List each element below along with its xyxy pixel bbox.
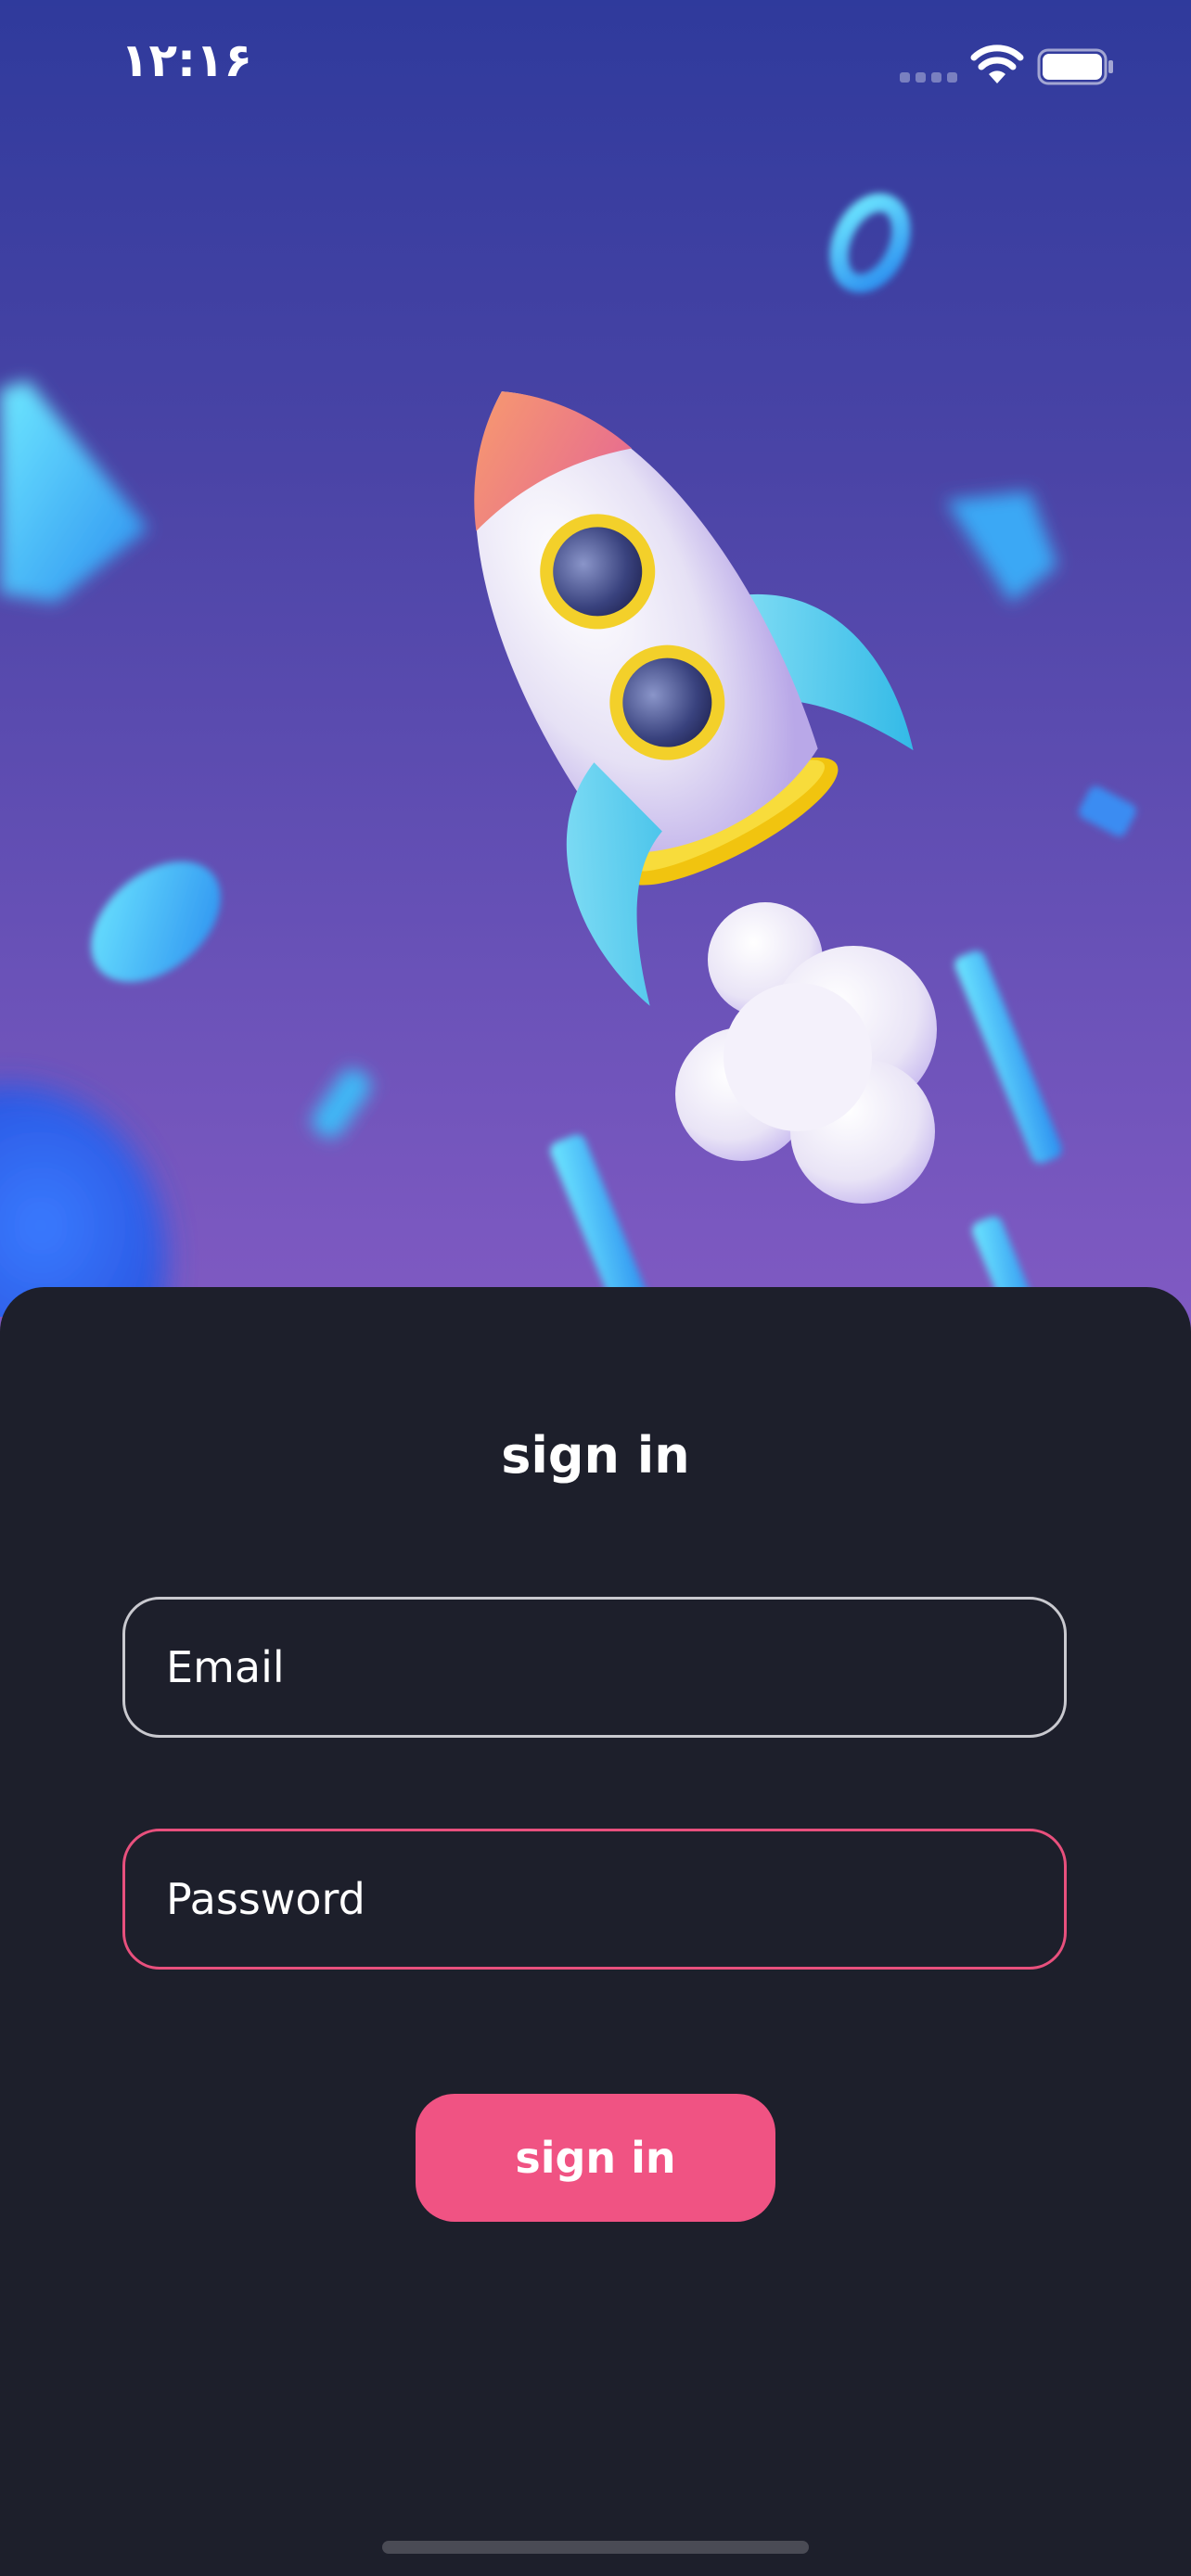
signal-bars-icon: [900, 72, 957, 83]
password-input[interactable]: [166, 1831, 1029, 1967]
status-bar: ۱۲:۱۶: [0, 0, 1191, 130]
battery-full-icon: [1037, 48, 1115, 85]
status-time: ۱۲:۱۶: [121, 33, 253, 87]
rocket-illustration: [0, 0, 1191, 1317]
signin-button[interactable]: sign in: [416, 2094, 775, 2222]
page-title: sign in: [501, 1426, 690, 1485]
signin-sheet: sign in sign in: [0, 1287, 1191, 2576]
email-input[interactable]: [166, 1600, 1029, 1735]
email-field[interactable]: [122, 1597, 1067, 1738]
password-field[interactable]: [122, 1829, 1067, 1970]
wifi-icon: [970, 43, 1024, 85]
signin-screen: ۱۲:۱۶ sign in Email sign in: [0, 0, 1191, 2576]
home-indicator[interactable]: [382, 2541, 809, 2554]
